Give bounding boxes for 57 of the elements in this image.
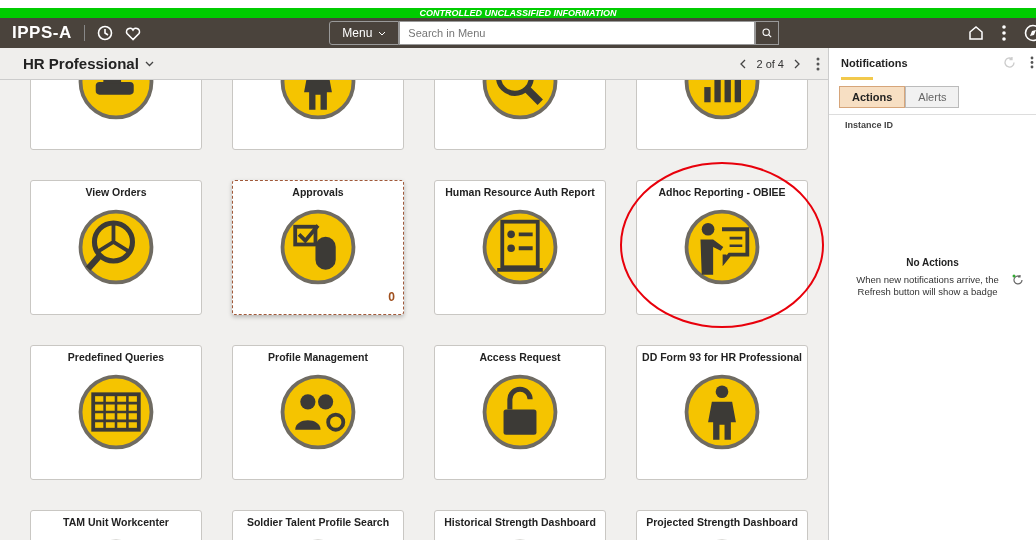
empty-title: No Actions: [906, 257, 959, 268]
tile[interactable]: Access Request: [434, 345, 606, 480]
tile-title: DD Form 93 for HR Professional: [642, 351, 802, 364]
soldier-icon: [684, 374, 760, 450]
tile-title: Human Resource Auth Report: [445, 186, 595, 199]
panel-title: Notifications: [841, 56, 909, 69]
tile-title: TAM Unit Workcenter: [63, 516, 169, 529]
favorites-heart-icon[interactable]: [124, 25, 141, 41]
tile[interactable]: Human Resource Auth Report: [434, 180, 606, 315]
caret-icon: [378, 30, 387, 36]
padlock-icon: [482, 374, 558, 450]
home-icon[interactable]: [968, 25, 984, 41]
tile-title: View Orders: [85, 186, 147, 199]
more-options-icon[interactable]: [1002, 25, 1006, 41]
refresh-icon: [1011, 274, 1024, 286]
tile[interactable]: View Orders: [30, 180, 202, 315]
chevron-down-icon[interactable]: [144, 60, 154, 67]
logo[interactable]: IPPS-A: [12, 23, 72, 43]
tile[interactable]: Predefined Queries: [30, 345, 202, 480]
tile-title: Soldier Talent Profile Search: [246, 516, 390, 529]
table-icon: [78, 374, 154, 450]
classification-banner: CONTROLLED UNCLASSIFIED INFORMATION: [0, 8, 1036, 18]
empty-message: When new notifications arrive, the Refresh button will show a badge: [855, 274, 1000, 298]
menu-dropdown-button[interactable]: Menu: [329, 21, 400, 45]
tile-title: Projected Strength Dashboard: [646, 516, 798, 529]
tile[interactable]: Projected Strength Dashboard: [636, 510, 808, 540]
tile[interactable]: Soldier Talent Profile Search: [232, 510, 404, 540]
more-options-icon[interactable]: [816, 56, 820, 71]
search-button[interactable]: [755, 21, 780, 45]
more-options-icon[interactable]: [1030, 56, 1034, 69]
presenter-icon: [684, 209, 760, 285]
tile-title: Access Request: [479, 351, 561, 364]
previous-page-icon[interactable]: [740, 58, 747, 69]
tile[interactable]: Adhoc Reporting - OBIEE: [636, 180, 808, 315]
tile-title: Predefined Queries: [67, 351, 165, 364]
page-title[interactable]: HR Professional: [23, 55, 139, 72]
checkbox-hand-icon: [280, 209, 356, 285]
history-clock-icon[interactable]: [96, 25, 113, 41]
tab[interactable]: Alerts: [905, 86, 960, 108]
tab[interactable]: Actions: [839, 86, 906, 108]
tile-title: Adhoc Reporting - OBIEE: [658, 186, 786, 199]
tile-count: 0: [388, 290, 395, 304]
search-field[interactable]: Search in Menu: [399, 21, 756, 45]
tile[interactable]: Profile Management: [232, 345, 404, 480]
page-indicator: 2 of 4: [756, 57, 784, 70]
tile-title: Approvals: [292, 186, 344, 199]
tile[interactable]: DD Form 93 for HR Professional: [636, 345, 808, 480]
tile[interactable]: TAM Unit Workcenter: [30, 510, 202, 540]
search-icon: [762, 27, 773, 39]
tile[interactable]: Historical Strength Dashboard: [434, 510, 606, 540]
tile-title: Profile Management: [268, 351, 368, 364]
column-header: Instance ID: [829, 114, 1036, 135]
report-document-icon: [482, 209, 558, 285]
tile[interactable]: Approvals 0: [232, 180, 404, 315]
next-page-icon[interactable]: [794, 58, 800, 69]
tile-title: Historical Strength Dashboard: [444, 516, 596, 529]
magnifier-chart-icon: [78, 209, 154, 285]
